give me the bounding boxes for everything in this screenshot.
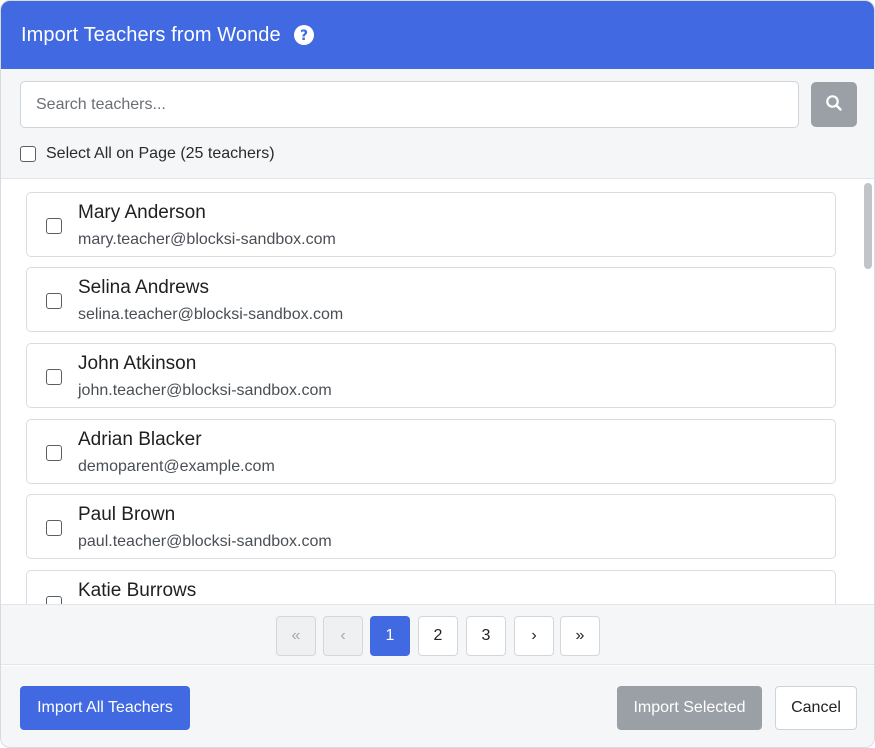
cancel-button[interactable]: Cancel bbox=[775, 686, 857, 730]
teacher-card[interactable]: John Atkinson john.teacher@blocksi-sandb… bbox=[26, 343, 836, 408]
next-page-button[interactable]: › bbox=[514, 616, 554, 656]
import-all-button[interactable]: Import All Teachers bbox=[20, 686, 190, 730]
search-icon bbox=[825, 94, 843, 115]
teacher-card[interactable]: Adrian Blacker demoparent@example.com bbox=[26, 419, 836, 484]
page-button-2[interactable]: 2 bbox=[418, 616, 458, 656]
teacher-name: Mary Anderson bbox=[78, 202, 206, 223]
teacher-name: Paul Brown bbox=[78, 504, 176, 525]
teacher-name: John Atkinson bbox=[78, 353, 197, 374]
teacher-card[interactable]: Mary Anderson mary.teacher@blocksi-sandb… bbox=[26, 192, 836, 257]
search-zone: Select All on Page (25 teachers) bbox=[1, 69, 874, 179]
teacher-checkbox[interactable] bbox=[46, 520, 62, 536]
teacher-email: paul.teacher@blocksi-sandbox.com bbox=[78, 533, 332, 550]
list-scrollbar-thumb[interactable] bbox=[864, 183, 872, 269]
teacher-checkbox[interactable] bbox=[46, 596, 62, 604]
select-all-checkbox[interactable] bbox=[20, 146, 36, 162]
teacher-card[interactable]: Katie Burrows bbox=[26, 570, 836, 604]
teacher-email: john.teacher@blocksi-sandbox.com bbox=[78, 382, 332, 399]
teacher-email: demoparent@example.com bbox=[78, 458, 275, 475]
first-page-button[interactable]: « bbox=[276, 616, 316, 656]
search-input[interactable] bbox=[20, 81, 799, 128]
teacher-checkbox[interactable] bbox=[46, 445, 62, 461]
page-button-3[interactable]: 3 bbox=[466, 616, 506, 656]
pagination: « ‹ 1 2 3 › » bbox=[1, 604, 874, 665]
teacher-card[interactable]: Paul Brown paul.teacher@blocksi-sandbox.… bbox=[26, 494, 836, 559]
select-all-row[interactable]: Select All on Page (25 teachers) bbox=[20, 145, 275, 163]
teacher-name: Selina Andrews bbox=[78, 277, 209, 298]
teacher-card[interactable]: Selina Andrews selina.teacher@blocksi-sa… bbox=[26, 267, 836, 332]
page-button-1[interactable]: 1 bbox=[370, 616, 410, 656]
import-selected-button[interactable]: Import Selected bbox=[617, 686, 762, 730]
modal-header: Import Teachers from Wonde ? bbox=[1, 1, 874, 69]
svg-text:?: ? bbox=[300, 28, 308, 44]
prev-page-button[interactable]: ‹ bbox=[323, 616, 363, 656]
teacher-email: mary.teacher@blocksi-sandbox.com bbox=[78, 231, 336, 248]
last-page-button[interactable]: » bbox=[560, 616, 600, 656]
import-teachers-modal: Import Teachers from Wonde ? Select All … bbox=[0, 0, 875, 748]
teacher-checkbox[interactable] bbox=[46, 218, 62, 234]
modal-title: Import Teachers from Wonde bbox=[21, 23, 281, 46]
teacher-email: selina.teacher@blocksi-sandbox.com bbox=[78, 306, 344, 323]
teacher-checkbox[interactable] bbox=[46, 369, 62, 385]
search-button[interactable] bbox=[811, 82, 857, 127]
teacher-checkbox[interactable] bbox=[46, 293, 62, 309]
teacher-name: Adrian Blacker bbox=[78, 429, 202, 450]
teacher-name: Katie Burrows bbox=[78, 580, 197, 601]
modal-footer: Import All Teachers Import Selected Canc… bbox=[1, 666, 874, 747]
help-icon[interactable]: ? bbox=[293, 24, 315, 46]
teacher-list[interactable]: Mary Anderson mary.teacher@blocksi-sandb… bbox=[1, 180, 874, 604]
select-all-label: Select All on Page (25 teachers) bbox=[46, 145, 275, 162]
